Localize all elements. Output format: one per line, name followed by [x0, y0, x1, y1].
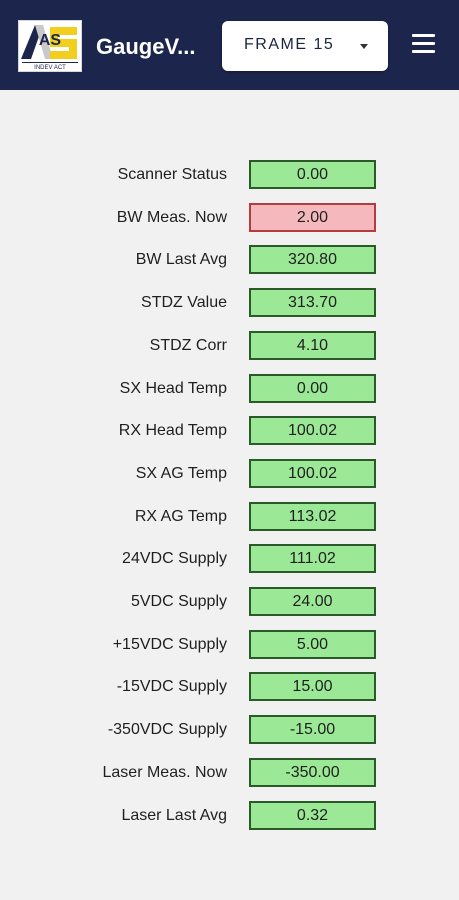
reading-value-alarm: 2.00: [249, 202, 376, 232]
reading-label: BW Last Avg: [135, 251, 227, 269]
logo-tagline: INDEV ACT: [34, 65, 66, 71]
reading-label: -350VDC Supply: [107, 721, 227, 739]
hamburger-menu-icon[interactable]: [410, 34, 438, 56]
reading-row: 24VDC Supply 111.02: [0, 543, 459, 575]
reading-label: BW Meas. Now: [116, 208, 227, 226]
reading-value: 113.02: [249, 501, 376, 531]
reading-row: +15VDC Supply 5.00: [0, 629, 459, 661]
reading-label: STDZ Value: [141, 294, 227, 312]
reading-label: Scanner Status: [117, 166, 227, 183]
reading-label: SX Head Temp: [119, 379, 227, 397]
app-title: GaugeV...: [96, 34, 196, 59]
reading-label: Laser Last Avg: [121, 806, 227, 824]
reading-row: Laser Last Avg 0.32: [0, 800, 459, 832]
reading-value: -15.00: [249, 715, 376, 745]
reading-value: 15.00: [249, 672, 376, 702]
reading-label: Laser Meas. Now: [102, 763, 228, 781]
frame-select[interactable]: FRAME 15: [222, 21, 388, 71]
reading-label: STDZ Corr: [149, 336, 227, 354]
reading-value: 100.02: [249, 416, 376, 446]
reading-value: 5.00: [249, 629, 376, 659]
reading-value: 0.00: [249, 373, 376, 403]
reading-value: 24.00: [249, 587, 376, 616]
reading-value: 111.02: [249, 544, 376, 574]
reading-row: 5VDC Supply 24.00: [0, 586, 459, 618]
reading-label: SX AG Temp: [135, 464, 227, 482]
reading-row: Scanner Status 0.00: [0, 159, 459, 191]
reading-value: 100.02: [249, 458, 376, 488]
reading-row: STDZ Corr 4.10: [0, 330, 459, 362]
reading-label: +15VDC Supply: [112, 635, 227, 653]
frame-select-value: FRAME 15: [244, 36, 335, 53]
dropdown-caret-icon: [360, 44, 368, 49]
app-bar: AS INDEV ACT GaugeV... FRAME 15: [0, 0, 459, 90]
reading-value: 313.70: [249, 288, 376, 318]
reading-value: 0.00: [249, 160, 376, 189]
reading-row: -15VDC Supply 15.00: [0, 671, 459, 703]
app-logo: AS INDEV ACT: [18, 20, 82, 72]
reading-label: 5VDC Supply: [130, 593, 227, 610]
reading-value: 320.80: [249, 245, 376, 275]
reading-label: RX Head Temp: [118, 422, 227, 440]
reading-label: 24VDC Supply: [122, 550, 227, 568]
reading-row: RX AG Temp 113.02: [0, 501, 459, 533]
reading-row: SX AG Temp 100.02: [0, 458, 459, 490]
reading-row: BW Meas. Now 2.00: [0, 202, 459, 234]
reading-row: SX Head Temp 0.00: [0, 373, 459, 405]
reading-label: -15VDC Supply: [116, 678, 227, 696]
reading-value: -350.00: [249, 757, 376, 787]
reading-row: RX Head Temp 100.02: [0, 415, 459, 447]
reading-row: BW Last Avg 320.80: [0, 244, 459, 276]
reading-value: 0.32: [249, 800, 376, 830]
reading-row: Laser Meas. Now -350.00: [0, 757, 459, 789]
svg-text:AS: AS: [39, 32, 62, 49]
reading-row: STDZ Value 313.70: [0, 287, 459, 319]
reading-row: -350VDC Supply -15.00: [0, 714, 459, 746]
reading-value: 4.10: [249, 330, 376, 360]
reading-label: RX AG Temp: [134, 507, 227, 525]
